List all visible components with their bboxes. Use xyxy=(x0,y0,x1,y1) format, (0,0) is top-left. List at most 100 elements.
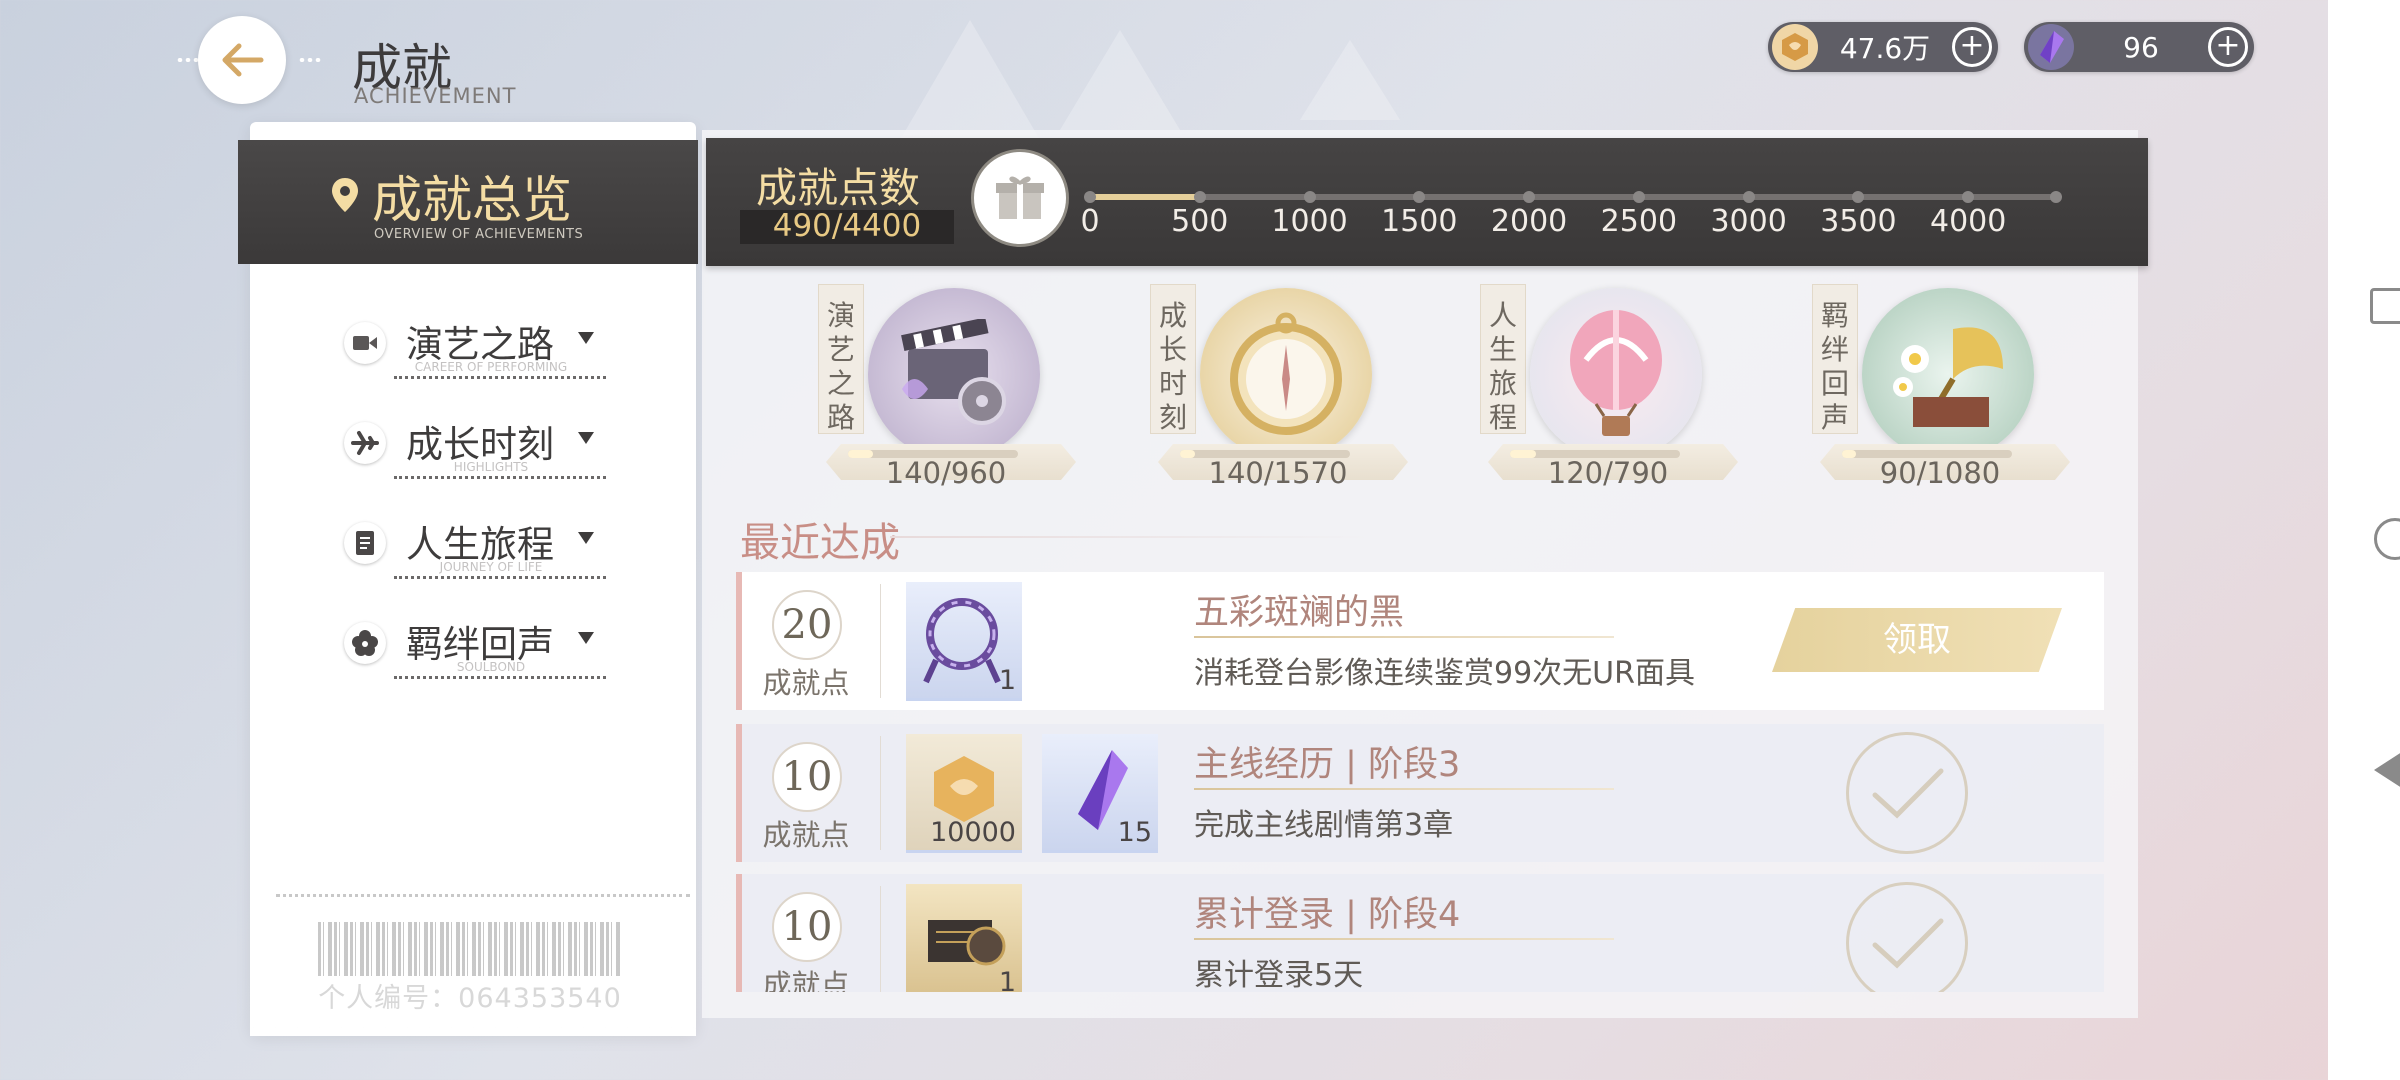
ticket-edge xyxy=(250,1022,696,1036)
hot-air-balloon-icon xyxy=(1530,288,1702,460)
reward-item[interactable]: 1 xyxy=(906,884,1022,992)
achievement-row: 10 成就点 1 累计登录 | 阶段4 累计登录5天 xyxy=(736,874,2104,992)
sidebar-item-sub: HIGHLIGHTS xyxy=(453,460,529,474)
personal-id: 个人编号：064353540 xyxy=(318,983,622,1014)
points-label: 成就点 xyxy=(762,968,850,992)
divider xyxy=(394,476,606,479)
decor-dots xyxy=(176,58,200,62)
points-badge: 10 xyxy=(772,892,842,962)
add-gold-button[interactable]: + xyxy=(1952,27,1992,67)
divider xyxy=(394,676,606,679)
divider xyxy=(880,886,881,992)
airplane-icon xyxy=(344,422,386,464)
sidebar-item-sub: SOULBOND xyxy=(456,660,526,674)
sidebar-item-career[interactable]: 演艺之路 CAREER OF PERFORMING xyxy=(340,310,610,380)
gold-amount: 47.6万 xyxy=(1839,32,1931,65)
track-tick-dot xyxy=(1742,191,1755,203)
purple-crystal-icon xyxy=(2028,24,2074,70)
system-back-icon[interactable] xyxy=(2374,748,2400,792)
document-icon xyxy=(344,522,386,564)
system-nav-bar xyxy=(2328,0,2400,1080)
ticket-perforation xyxy=(276,894,690,897)
divider xyxy=(394,576,606,579)
claim-button[interactable]: 领取 xyxy=(1772,608,2062,672)
medal-banner: 羁绊回声 xyxy=(1812,284,1858,434)
page-subtitle: ACHIEVEMENT xyxy=(354,84,517,108)
achievement-desc: 消耗登台影像连续鉴赏99次无UR面具 xyxy=(1194,656,1695,691)
divider xyxy=(890,536,1370,538)
sidebar-item-sub: CAREER OF PERFORMING xyxy=(414,360,568,374)
medal-banner: 人生旅程 xyxy=(1480,284,1526,434)
divider xyxy=(880,584,881,698)
reward-quantity: 1 xyxy=(998,967,1016,992)
recent-section-title: 最近达成 xyxy=(740,520,900,566)
decor-dots xyxy=(298,58,322,62)
reward-quantity: 15 xyxy=(1117,817,1152,848)
currency-crystal: 96 + xyxy=(2024,22,2254,72)
divider xyxy=(880,736,881,850)
film-clapperboard-icon xyxy=(868,288,1040,460)
achievement-row: 10 成就点 10000 15 主线经历 | 阶段3 完成主线剧情第3章 xyxy=(736,724,2104,862)
track-tick-dot xyxy=(1193,191,1206,203)
sidebar-item-sub: JOURNEY OF LIFE xyxy=(439,560,543,574)
reward-quantity: 1 xyxy=(998,665,1016,696)
track-tick-label: 1000 xyxy=(1271,204,1348,239)
category-medal-highlights[interactable]: 成长时刻 140/1570 xyxy=(1150,280,1420,495)
location-pin-icon xyxy=(332,178,358,212)
divider xyxy=(1194,788,1614,790)
achievement-name: 累计登录 | 阶段4 xyxy=(1194,895,1461,935)
points-badge: 20 xyxy=(772,590,842,660)
points-badge: 10 xyxy=(772,742,842,812)
category-medal-soulbond[interactable]: 羁绊回声 90/1080 xyxy=(1812,280,2082,495)
flower-icon xyxy=(344,622,386,664)
caret-down-icon xyxy=(578,332,594,344)
achievement-desc: 累计登录5天 xyxy=(1194,958,1364,992)
reward-item[interactable]: 15 xyxy=(1042,734,1158,853)
gift-icon xyxy=(996,176,1044,219)
reward-item[interactable]: 1 xyxy=(906,582,1022,701)
pocket-watch-icon xyxy=(1200,288,1372,460)
category-medal-career[interactable]: 演艺之路 140/960 xyxy=(818,280,1088,495)
points-label: 成就点 xyxy=(762,818,850,852)
medal-value: 120/790 xyxy=(1547,456,1669,490)
reward-item[interactable]: 10000 xyxy=(906,734,1022,853)
divider xyxy=(1194,938,1614,940)
track-tick-dot xyxy=(1303,191,1316,203)
sidebar-item-soulbond[interactable]: 羁绊回声 SOULBOND xyxy=(340,610,610,680)
category-medal-journey[interactable]: 人生旅程 120/790 xyxy=(1480,280,1750,495)
medal-value: 140/960 xyxy=(885,456,1007,490)
sidebar-item-journey[interactable]: 人生旅程 JOURNEY OF LIFE xyxy=(340,510,610,580)
achievement-name: 五彩斑斓的黑 xyxy=(1194,593,1405,633)
recent-apps-icon[interactable] xyxy=(2370,288,2400,324)
gramophone-icon xyxy=(1862,288,2034,460)
track-tick-label: 3000 xyxy=(1710,204,1787,239)
background-triangles xyxy=(900,20,1400,140)
caret-down-icon xyxy=(578,532,594,544)
gift-reward-button[interactable] xyxy=(974,152,1066,244)
track-tick-dot xyxy=(1084,191,1096,203)
completed-check-icon xyxy=(1846,732,1968,854)
overview-subtitle: OVERVIEW OF ACHIEVEMENTS xyxy=(374,227,584,242)
currency-gold: 47.6万 + xyxy=(1768,22,1998,72)
points-label: 成就点 xyxy=(762,666,850,700)
track-tick-label: 2500 xyxy=(1600,204,1678,239)
medal-banner: 演艺之路 xyxy=(818,284,864,434)
crystal-amount: 96 xyxy=(2123,30,2159,64)
barcode xyxy=(318,922,622,976)
home-icon[interactable] xyxy=(2374,518,2400,560)
points-title: 成就点数 xyxy=(756,164,920,212)
track-tick-label: 500 xyxy=(1171,204,1229,239)
reward-quantity: 10000 xyxy=(930,817,1016,848)
track-tick-dot xyxy=(1632,191,1645,203)
gold-coin-icon xyxy=(1772,24,1818,70)
sidebar-item-highlights[interactable]: 成长时刻 HIGHLIGHTS xyxy=(340,410,610,480)
video-camera-icon xyxy=(344,322,386,364)
add-crystal-button[interactable]: + xyxy=(2208,27,2248,67)
overview-title: 成就总览 xyxy=(372,171,572,229)
track-tick-label: 1500 xyxy=(1381,204,1458,239)
track-tick-label: 2000 xyxy=(1490,204,1568,239)
track-tick-dot xyxy=(2050,191,2062,203)
back-button[interactable] xyxy=(198,16,286,104)
completed-check-icon xyxy=(1846,882,1968,992)
points-track-fill xyxy=(1090,194,1198,200)
